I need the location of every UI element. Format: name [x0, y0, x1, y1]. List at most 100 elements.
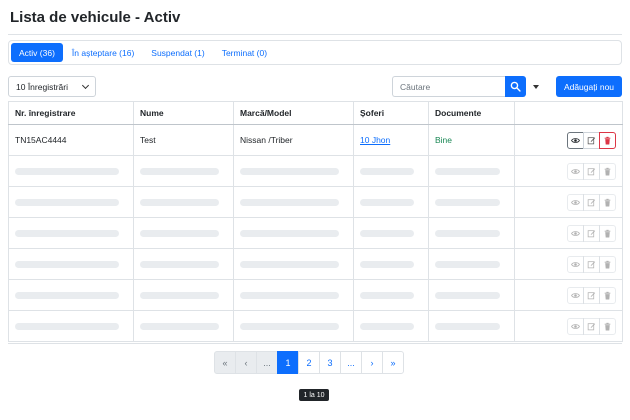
search-button[interactable]: [505, 76, 526, 97]
view-button[interactable]: [567, 131, 584, 149]
eye-icon: [571, 261, 580, 267]
edit-button[interactable]: [583, 224, 600, 242]
page-2-button[interactable]: 2: [298, 351, 320, 374]
page-next-button[interactable]: ›: [361, 351, 383, 374]
edit-button[interactable]: [583, 255, 600, 273]
bottom-divider: [8, 343, 622, 344]
tab-terminated[interactable]: Terminat (0): [214, 43, 275, 62]
placeholder-cell: [353, 248, 429, 280]
page-prev-button[interactable]: ‹: [235, 351, 257, 374]
placeholder-cell: [133, 217, 234, 249]
view-button[interactable]: [567, 193, 584, 211]
placeholder-cell: [233, 248, 354, 280]
skeleton-bar: [140, 291, 219, 299]
tab-pending[interactable]: În așteptare (16): [64, 43, 142, 62]
skeleton-bar: [240, 198, 339, 206]
edit-button[interactable]: [583, 317, 600, 335]
trash-icon: [604, 322, 611, 330]
cell-name: Test: [133, 124, 234, 156]
records-per-page-select[interactable]: 10 Înregistrări: [8, 76, 96, 97]
edit-icon: [587, 136, 596, 144]
page-ellipsis: ...: [340, 351, 362, 374]
cell-actions: [514, 124, 623, 156]
vehicles-table: Nr. înregistrare Nume Marcă/Model Șoferi…: [8, 101, 623, 342]
column-header-name[interactable]: Nume: [133, 101, 234, 125]
cell-drivers: 10 Jhon: [353, 124, 429, 156]
tab-suspended[interactable]: Suspendat (1): [143, 43, 212, 62]
placeholder-cell: [353, 310, 429, 342]
table-row-placeholder: [8, 155, 623, 187]
page-ellipsis: ...: [256, 351, 278, 374]
placeholder-cell: [133, 248, 234, 280]
placeholder-cell: [353, 279, 429, 311]
skeleton-bar: [15, 322, 119, 330]
placeholder-cell: [8, 279, 134, 311]
add-new-button[interactable]: Adăugați nou: [556, 76, 622, 97]
placeholder-cell: [8, 186, 134, 218]
table-toolbar: 10 Înregistrări Adăugați nou: [8, 76, 622, 97]
status-tabs: Activ (36) În așteptare (16) Suspendat (…: [8, 40, 622, 65]
table-row-placeholder: [8, 279, 623, 311]
column-header-documents[interactable]: Documente: [428, 101, 515, 125]
view-button[interactable]: [567, 255, 584, 273]
skeleton-bar: [240, 291, 339, 299]
edit-button[interactable]: [583, 131, 600, 149]
skeleton-bar: [140, 167, 219, 175]
page-first-button[interactable]: «: [214, 351, 236, 374]
page-1-button[interactable]: 1: [277, 351, 299, 374]
column-header-registration[interactable]: Nr. înregistrare: [8, 101, 134, 125]
placeholder-cell: [133, 155, 234, 187]
edit-button[interactable]: [583, 193, 600, 211]
skeleton-bar: [360, 322, 414, 330]
caret-down-icon: [533, 84, 539, 89]
placeholder-cell: [233, 155, 354, 187]
edit-button[interactable]: [583, 162, 600, 180]
placeholder-cell: [233, 217, 354, 249]
placeholder-cell: [233, 279, 354, 311]
skeleton-bar: [140, 260, 219, 268]
placeholder-cell: [8, 248, 134, 280]
edit-icon: [587, 167, 596, 175]
skeleton-bar: [360, 291, 414, 299]
search-input[interactable]: [392, 76, 505, 97]
delete-button[interactable]: [599, 224, 616, 242]
cell-make-model: Nissan /Triber: [233, 124, 354, 156]
column-header-drivers[interactable]: Șoferi: [353, 101, 429, 125]
skeleton-bar: [15, 229, 119, 237]
placeholder-cell: [133, 279, 234, 311]
column-header-make-model[interactable]: Marcă/Model: [233, 101, 354, 125]
view-button[interactable]: [567, 317, 584, 335]
delete-button[interactable]: [599, 162, 616, 180]
search-options-dropdown[interactable]: [529, 76, 543, 97]
page-3-button[interactable]: 3: [319, 351, 341, 374]
edit-button[interactable]: [583, 286, 600, 304]
skeleton-bar: [435, 322, 500, 330]
page-last-button[interactable]: »: [382, 351, 404, 374]
placeholder-cell: [428, 155, 515, 187]
delete-button[interactable]: [599, 286, 616, 304]
placeholder-actions: [514, 279, 623, 311]
table-row-placeholder: [8, 186, 623, 218]
view-button[interactable]: [567, 286, 584, 304]
delete-button[interactable]: [599, 131, 616, 149]
documents-status: Bine: [435, 135, 453, 145]
record-range-badge: 1 la 10: [299, 389, 329, 401]
delete-button[interactable]: [599, 193, 616, 211]
placeholder-cell: [133, 310, 234, 342]
skeleton-bar: [435, 229, 500, 237]
placeholder-cell: [233, 186, 354, 218]
placeholder-actions: [514, 155, 623, 187]
trash-icon: [604, 291, 611, 299]
table-row: TN15AC4444 Test Nissan /Triber 10 Jhon B…: [8, 124, 623, 156]
skeleton-bar: [140, 198, 219, 206]
placeholder-cell: [428, 217, 515, 249]
driver-link[interactable]: 10 Jhon: [360, 135, 390, 145]
delete-button[interactable]: [599, 317, 616, 335]
delete-button[interactable]: [599, 255, 616, 273]
view-button[interactable]: [567, 224, 584, 242]
view-button[interactable]: [567, 162, 584, 180]
tab-active[interactable]: Activ (36): [11, 43, 63, 62]
records-per-page-value: 10 Înregistrări: [16, 81, 68, 92]
skeleton-bar: [240, 229, 339, 237]
eye-icon: [571, 199, 580, 205]
